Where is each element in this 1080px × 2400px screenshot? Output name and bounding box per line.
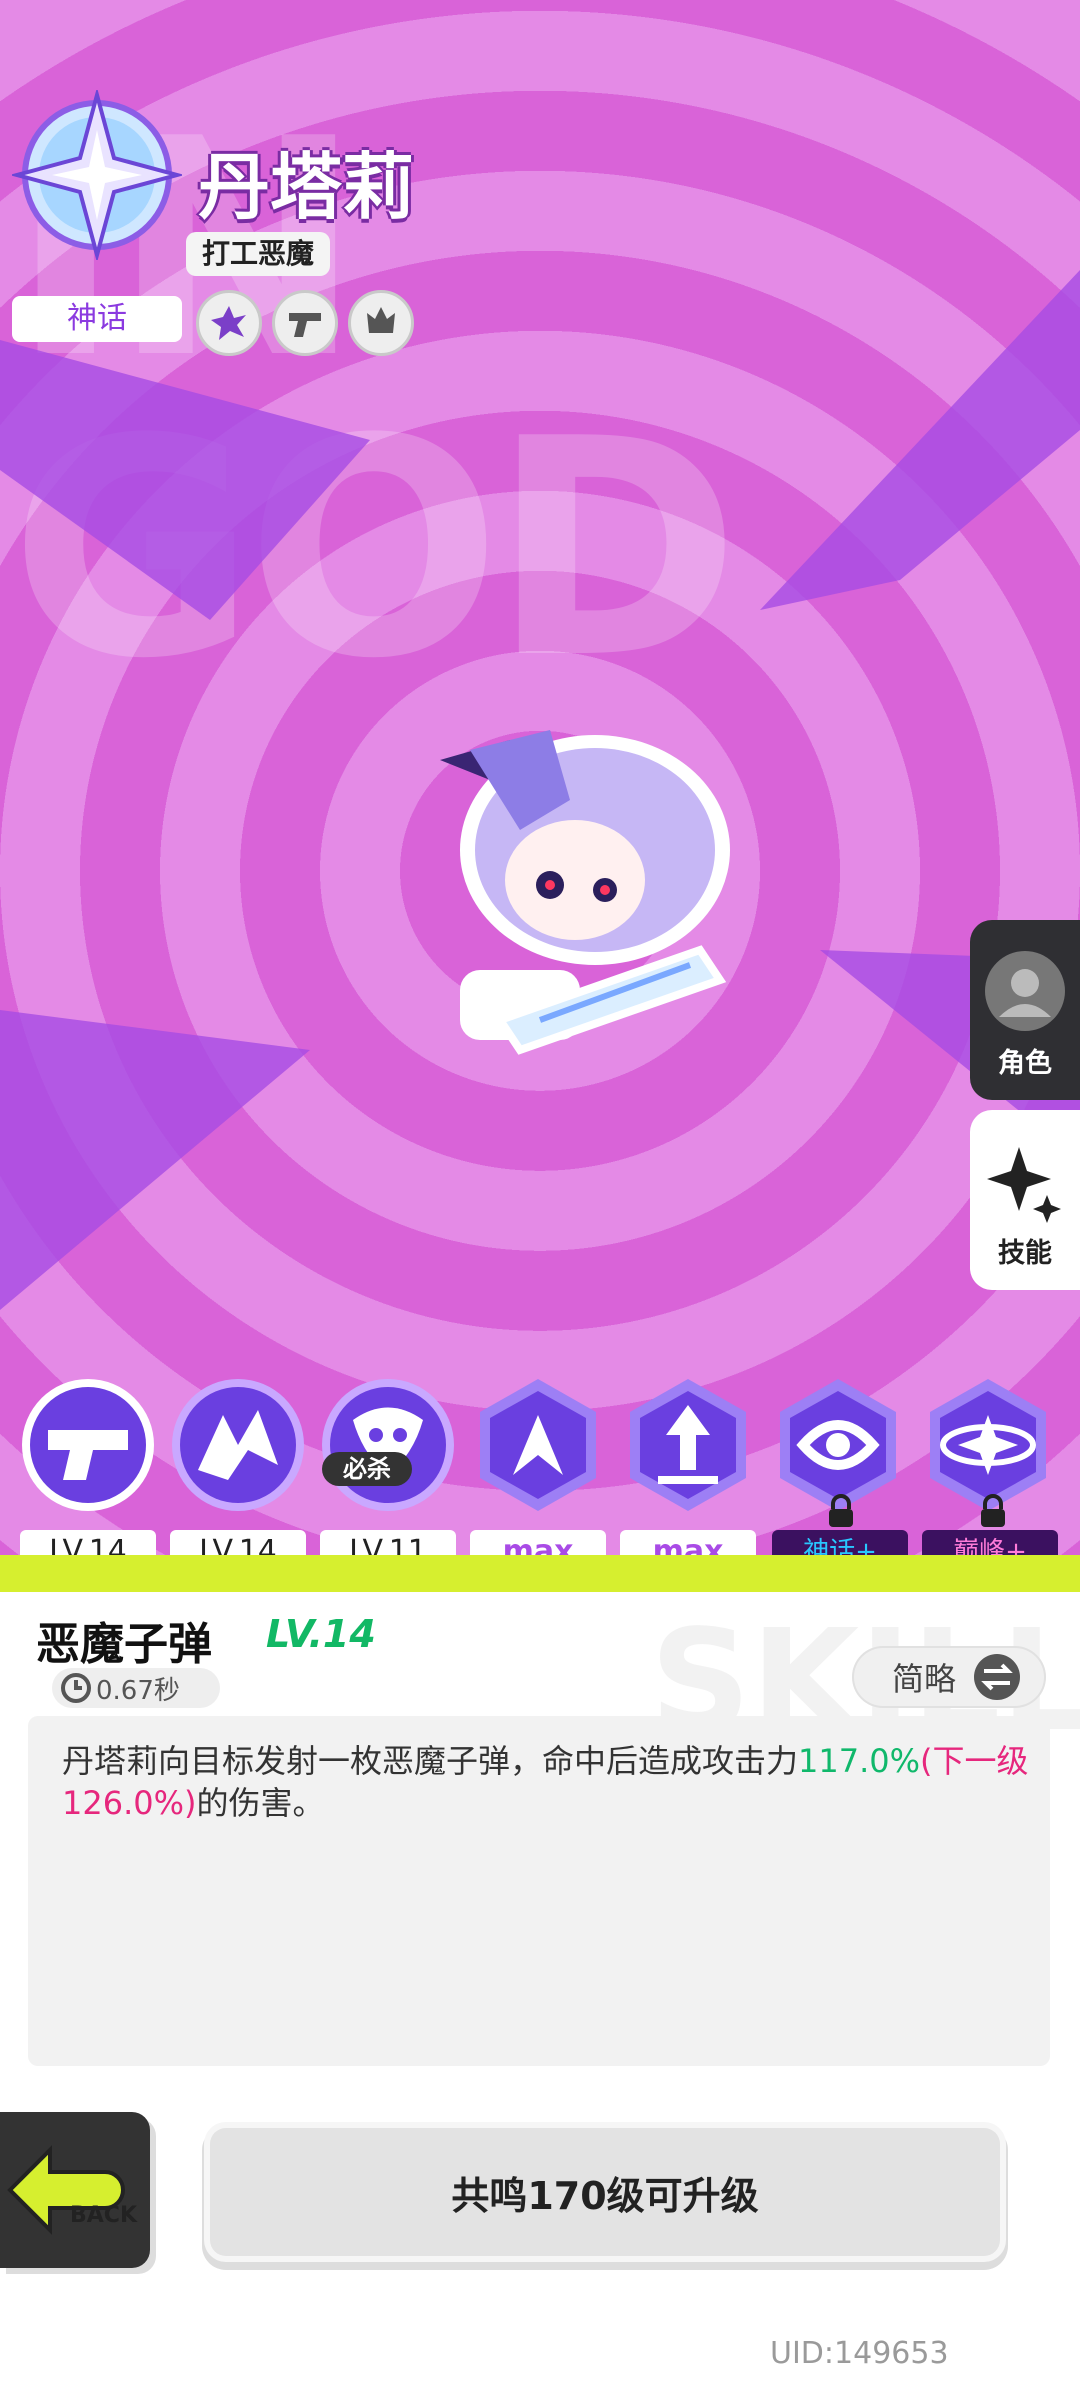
- pistol-icon[interactable]: [18, 1375, 158, 1515]
- hero-name: 丹塔莉: [198, 145, 415, 229]
- back-label: BACK: [70, 2203, 138, 2228]
- desc-damage-value: 117.0%: [798, 1742, 921, 1780]
- mythic-star-emblem-icon: [12, 90, 182, 260]
- tab-character-label: 角色: [998, 1048, 1052, 1079]
- burst-icon[interactable]: [196, 290, 262, 356]
- back-button[interactable]: BACK: [0, 2112, 150, 2268]
- triple-arrow-icon[interactable]: [468, 1375, 608, 1515]
- sparkle-icon: [987, 1147, 1061, 1223]
- rarity-badge: 神话: [12, 296, 182, 342]
- cooldown-pill: 0.67秒: [52, 1668, 220, 1708]
- cooldown-value: 0.67秒: [96, 1675, 180, 1706]
- skill-icon-row: [0, 1375, 1080, 1515]
- slime-divider: [0, 1555, 1080, 1595]
- uid-label: UID:149653: [770, 2336, 949, 2371]
- tab-character[interactable]: 角色: [970, 920, 1080, 1100]
- avatar-icon: [985, 951, 1065, 1031]
- skill-name: 恶魔子弹: [36, 1619, 212, 1670]
- flame-icon[interactable]: [348, 290, 414, 356]
- hero-title-tag: 打工恶魔: [186, 232, 331, 276]
- desc-text-end: 的伤害。: [196, 1784, 325, 1822]
- skill-level-label: LV.14: [266, 1612, 376, 1656]
- lock-icon: [981, 1494, 1005, 1527]
- tab-skills[interactable]: 技能: [970, 1110, 1080, 1290]
- brief-toggle-button[interactable]: 简略: [852, 1646, 1046, 1708]
- gun-icon[interactable]: [272, 290, 338, 356]
- hero-portrait: [440, 730, 730, 1055]
- tab-skills-label: 技能: [998, 1238, 1052, 1269]
- clock-icon: [61, 1673, 91, 1703]
- demon-summon-icon[interactable]: [318, 1375, 458, 1515]
- upgrade-button[interactable]: 共鸣170级可升级: [210, 2128, 1000, 2256]
- desc-text: 丹塔莉向目标发射一枚恶魔子弹，命中后造成攻击力: [62, 1742, 799, 1780]
- skill-description: 丹塔莉向目标发射一枚恶魔子弹，命中后造成攻击力117.0%(下一级126.0%)…: [62, 1740, 1030, 1824]
- arrow-up-icon[interactable]: [618, 1375, 758, 1515]
- bat-wing-icon[interactable]: [168, 1375, 308, 1515]
- ultimate-badge: 必杀: [322, 1452, 412, 1486]
- swap-icon: [974, 1654, 1021, 1700]
- back-arrow-icon: BACK: [7, 2145, 138, 2235]
- brief-label: 简略: [892, 1660, 957, 1698]
- lock-icon: [829, 1494, 853, 1527]
